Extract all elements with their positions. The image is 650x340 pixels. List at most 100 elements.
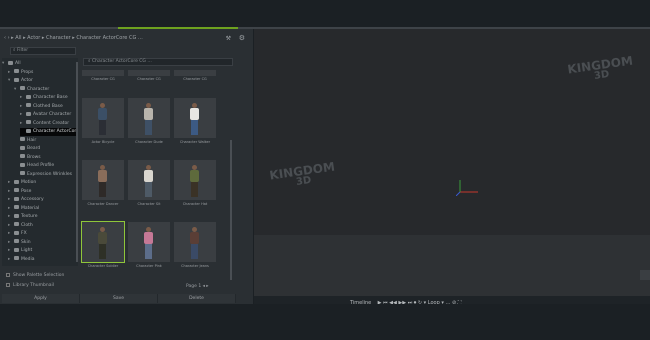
- tree-item-label: Accessory: [21, 197, 44, 202]
- tree-item-label: Media: [21, 256, 35, 262]
- thumbnail-item[interactable]: [82, 98, 124, 138]
- checkbox-icon[interactable]: [6, 282, 10, 287]
- tree-item[interactable]: ▸ Props: [8, 69, 78, 77]
- thumbnail-label: Character Soldier: [87, 264, 119, 268]
- folder-icon: [26, 128, 31, 133]
- thumbnail-partial[interactable]: [128, 70, 170, 76]
- thumbnail-item[interactable]: [82, 160, 124, 200]
- folder-icon: [26, 94, 31, 99]
- save-button[interactable]: Save: [80, 294, 158, 303]
- checkbox-icon[interactable]: [6, 272, 10, 277]
- apply-button[interactable]: Apply: [2, 294, 80, 303]
- gear-icon[interactable]: ⚙: [239, 33, 245, 44]
- tree-item[interactable]: ▸ Cloth: [8, 222, 78, 230]
- tree-item[interactable]: ▾ Character: [14, 86, 78, 94]
- tree-item-label: Light: [21, 248, 33, 253]
- title-bar: [0, 0, 650, 28]
- 3d-viewport[interactable]: KINGDOM 3D KINGDOM 3D: [254, 29, 650, 235]
- filter-input[interactable]: ⌕ Filter: [10, 47, 76, 55]
- tree-item-label: Skin: [21, 239, 31, 245]
- tree-item[interactable]: ▸ Material: [8, 205, 78, 213]
- breadcrumb[interactable]: ‹ › ▸ All ▸ Actor ▸ Character ▸ Characte…: [4, 33, 143, 44]
- tree-item[interactable]: ▸ Clothed Base: [20, 103, 78, 111]
- tree-item-label: Actor: [21, 78, 33, 83]
- thumbnail-grid: Character CG Character CG Character CG Acto…: [80, 58, 232, 280]
- folder-icon: [14, 77, 19, 82]
- tree-item[interactable]: ▸ Motion: [8, 179, 78, 187]
- thumbnail-item[interactable]: [128, 222, 170, 262]
- thumbnail-item[interactable]: [174, 160, 216, 200]
- tree-item-label: Character ActorCore CG: [33, 129, 78, 134]
- tree-item[interactable]: ▾ All: [2, 60, 78, 68]
- thumbnail-label: Character CG: [183, 77, 207, 81]
- folder-icon: [14, 196, 19, 201]
- tree-item[interactable]: ▸ Character Base: [20, 94, 78, 102]
- tree-item-label: Avatar Character: [33, 112, 72, 117]
- pager[interactable]: Page 1 ◂ ▸: [186, 284, 209, 289]
- tree-item[interactable]: Hair: [14, 137, 78, 145]
- thumbnail-label: Character CG: [137, 77, 161, 81]
- thumbnail-partial[interactable]: [174, 70, 216, 76]
- tree-item[interactable]: ▸ Light: [8, 247, 78, 255]
- option-library-thumb[interactable]: Library Thumbnail: [6, 282, 54, 290]
- tree-item[interactable]: Expression Wrinkles: [14, 171, 78, 179]
- tree-item-label: Material: [21, 205, 40, 211]
- character-figure-icon: [190, 165, 199, 197]
- thumbnail-item[interactable]: [81, 221, 125, 263]
- folder-icon: [14, 179, 19, 184]
- tree-item[interactable]: ▸ Skin: [8, 239, 78, 247]
- option-label: Show Palette Selection: [13, 273, 65, 278]
- folder-icon: [20, 145, 25, 150]
- tree-item[interactable]: Character ActorCore CG: [20, 128, 78, 136]
- folder-icon: [20, 154, 25, 158]
- action-buttons: Apply Save Delete: [0, 294, 253, 303]
- tree-item[interactable]: ▸ Content Creator: [20, 120, 78, 128]
- tree-item[interactable]: Beard: [14, 145, 78, 153]
- folder-icon: [14, 205, 19, 209]
- thumbnail-item[interactable]: [128, 160, 170, 200]
- folder-icon: [20, 162, 25, 167]
- viewport-corner-toggle[interactable]: [640, 270, 650, 280]
- tree-item[interactable]: ▸ FX: [8, 230, 78, 238]
- tree-item[interactable]: ▸ Pose: [8, 188, 78, 196]
- folder-icon: [14, 247, 19, 252]
- character-figure-icon: [144, 165, 153, 197]
- status-bar: [0, 304, 650, 340]
- grid-scrollbar[interactable]: [230, 140, 232, 280]
- tree-item[interactable]: ▸ Texture: [8, 213, 78, 221]
- folder-icon: [26, 103, 31, 107]
- axis-gizmo-icon: [456, 180, 478, 196]
- tree-item-label: Props: [21, 69, 34, 75]
- tree-item[interactable]: ▸ Media: [8, 256, 78, 264]
- tree-item[interactable]: Head Profile: [14, 162, 78, 170]
- character-figure-icon: [98, 227, 107, 259]
- thumbnail-label: Character Dancer: [87, 202, 119, 206]
- thumbnail-item[interactable]: [174, 98, 216, 138]
- option-show-palette[interactable]: Show Palette Selection: [6, 272, 64, 280]
- thumbnail-label: Character CG: [91, 77, 115, 81]
- tree-item-label: Clothed Base: [33, 103, 63, 109]
- tree-item[interactable]: ▾ Actor: [8, 77, 78, 85]
- thumbnail-item[interactable]: [174, 222, 216, 262]
- tree-item[interactable]: Brows: [14, 154, 78, 162]
- watermark-logo: KINGDOM 3D: [567, 54, 635, 86]
- tree-item-label: Character Base: [33, 95, 68, 100]
- folder-icon: [14, 256, 19, 260]
- delete-button[interactable]: Delete: [158, 294, 236, 303]
- tree-item[interactable]: ▸ Avatar Character: [20, 111, 78, 119]
- thumbnail-item[interactable]: [128, 98, 170, 138]
- thumb-search-input[interactable]: ⌕ Character ActorCore CG …: [83, 58, 233, 66]
- thumbnail-label: Character Dude: [135, 140, 163, 144]
- thumbnail-partial[interactable]: [82, 70, 124, 76]
- tree-item-label: Cloth: [21, 222, 33, 228]
- pin-icon[interactable]: ⚒: [226, 33, 231, 44]
- folder-icon: [20, 171, 25, 175]
- folder-icon: [14, 239, 19, 243]
- character-figure-icon: [98, 103, 107, 135]
- folder-tree: ▾ All ▸ Props ▾ Actor ▾ Character ▸ Character Bas…: [2, 58, 78, 266]
- tree-item-label: Brows: [27, 154, 41, 160]
- tree-scrollbar[interactable]: [76, 62, 78, 262]
- thumbnail-label: Character Pink: [136, 264, 162, 268]
- tree-item[interactable]: ▸ Accessory: [8, 196, 78, 204]
- folder-icon: [20, 86, 25, 90]
